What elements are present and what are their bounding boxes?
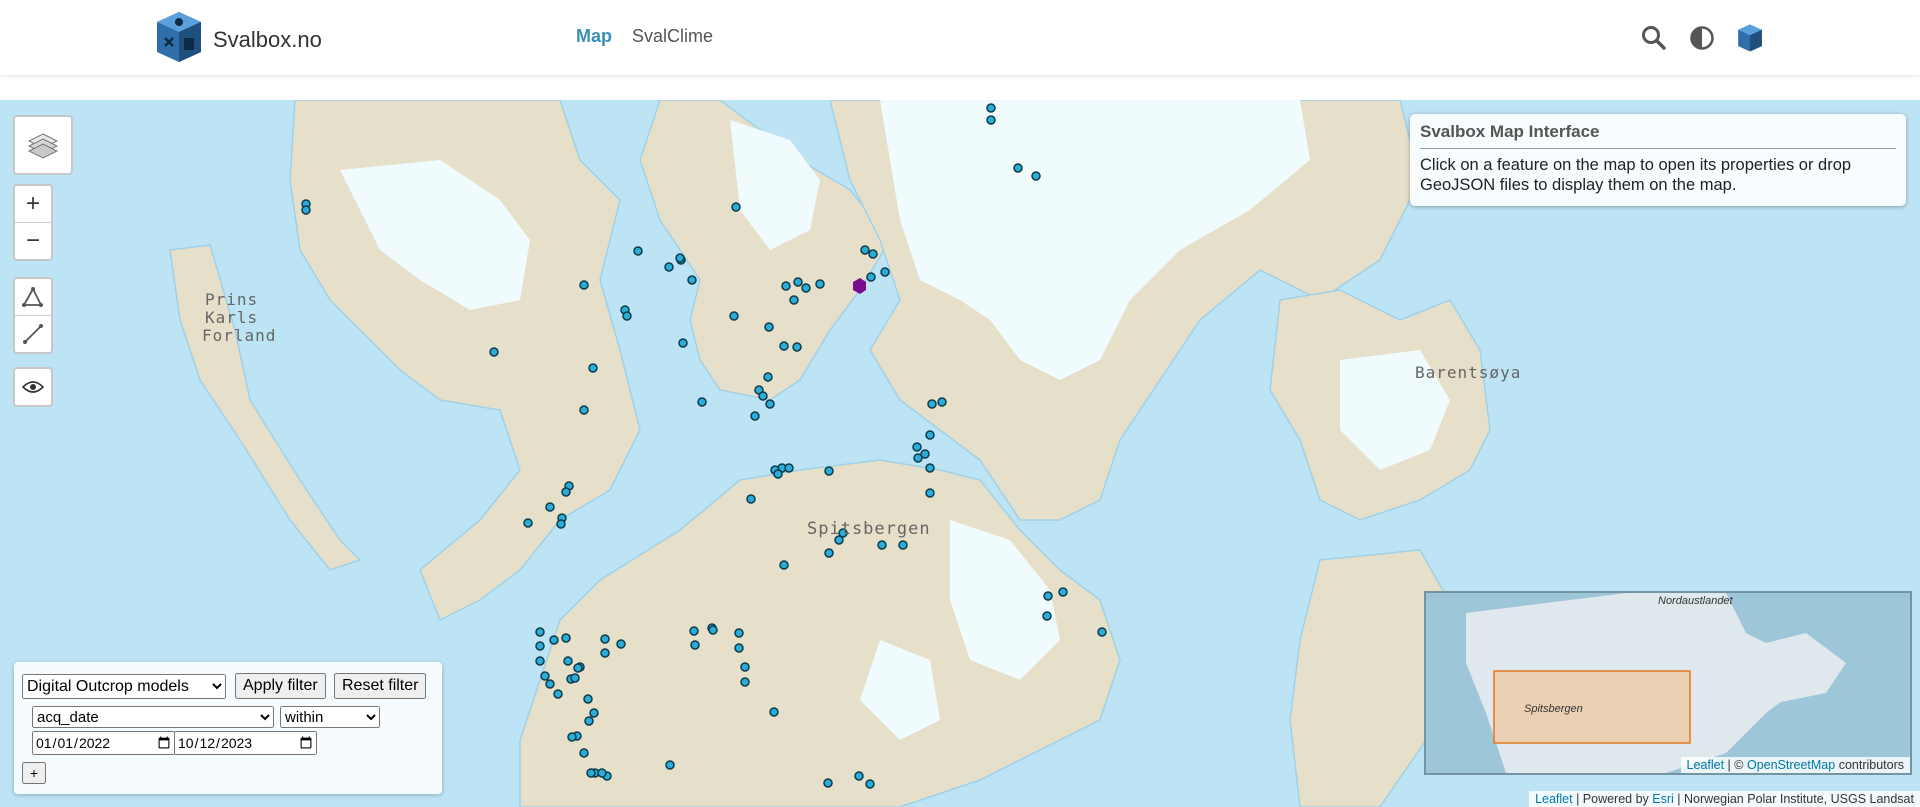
contrast-icon[interactable] bbox=[1688, 24, 1716, 52]
top-navbar: Svalbox.no Map SvalClime bbox=[0, 0, 1920, 75]
main-nav: Map SvalClime bbox=[576, 26, 713, 47]
leaflet-link[interactable]: Leaflet bbox=[1535, 792, 1573, 806]
layer-select[interactable]: Digital Outcrop models bbox=[22, 674, 226, 699]
label-karls: Karls bbox=[205, 308, 259, 327]
info-text: Click on a feature on the map to open it… bbox=[1420, 156, 1852, 194]
apply-filter-button[interactable]: Apply filter bbox=[235, 673, 326, 699]
minimap-basemap bbox=[1466, 593, 1846, 773]
visibility-icon[interactable] bbox=[15, 369, 51, 405]
date-from-input[interactable] bbox=[32, 731, 175, 755]
zoom-control: + − bbox=[13, 184, 53, 261]
zoom-in-button[interactable]: + bbox=[15, 186, 51, 222]
svalbox-logo bbox=[153, 10, 205, 69]
minimap-label-spitsbergen: Spitsbergen bbox=[1524, 703, 1583, 715]
layers-control[interactable] bbox=[13, 115, 73, 175]
reset-filter-button[interactable]: Reset filter bbox=[334, 673, 427, 699]
label-barentsoya: Barentsøya bbox=[1415, 363, 1522, 382]
draw-control bbox=[13, 277, 53, 354]
info-panel: Svalbox Map Interface Click on a feature… bbox=[1410, 114, 1906, 206]
add-filter-button[interactable]: + bbox=[22, 762, 46, 784]
minimap-attribution: Leaflet | © OpenStreetMap contributors bbox=[1680, 757, 1910, 773]
date-to-input[interactable] bbox=[174, 731, 317, 755]
filter-panel: Digital Outcrop models Apply filter Rese… bbox=[14, 662, 442, 794]
label-prins: Prins bbox=[205, 290, 259, 309]
header-actions bbox=[1640, 24, 1764, 52]
label-forland: Forland bbox=[202, 326, 277, 345]
visibility-control bbox=[13, 367, 53, 407]
brand[interactable]: Svalbox.no bbox=[153, 10, 322, 69]
draw-line-icon[interactable] bbox=[15, 315, 51, 352]
nav-svalclime[interactable]: SvalClime bbox=[632, 26, 713, 47]
zoom-out-button[interactable]: − bbox=[15, 222, 51, 259]
minimap-osm-link[interactable]: OpenStreetMap bbox=[1747, 758, 1835, 772]
layers-icon[interactable] bbox=[15, 117, 71, 173]
attribution-powered: | Powered by bbox=[1572, 792, 1653, 806]
esri-link[interactable]: Esri bbox=[1652, 792, 1674, 806]
label-spitsbergen: Spitsbergen bbox=[807, 519, 931, 539]
info-title: Svalbox Map Interface bbox=[1420, 122, 1896, 149]
minimap-attribution-sep: | © bbox=[1724, 758, 1747, 772]
svalbox-logo-icon[interactable] bbox=[1736, 24, 1764, 52]
minimap[interactable]: Nordaustlandet Spitsbergen Leaflet | © O… bbox=[1424, 591, 1912, 775]
minimap-attribution-tail: contributors bbox=[1835, 758, 1904, 772]
nav-map[interactable]: Map bbox=[576, 26, 612, 47]
search-icon[interactable] bbox=[1640, 24, 1668, 52]
minimap-leaflet-link[interactable]: Leaflet bbox=[1687, 758, 1725, 772]
draw-polygon-icon[interactable] bbox=[15, 279, 51, 315]
brand-title: Svalbox.no bbox=[213, 26, 322, 52]
field-select[interactable]: acq_date bbox=[32, 706, 274, 728]
attribution-tail: | Norwegian Polar Institute, USGS Landsa… bbox=[1673, 792, 1914, 806]
minimap-label-north: Nordaustlandet bbox=[1658, 595, 1733, 607]
operator-select[interactable]: within bbox=[280, 706, 380, 728]
map-attribution: Leaflet | Powered by Esri | Norwegian Po… bbox=[1529, 791, 1920, 807]
